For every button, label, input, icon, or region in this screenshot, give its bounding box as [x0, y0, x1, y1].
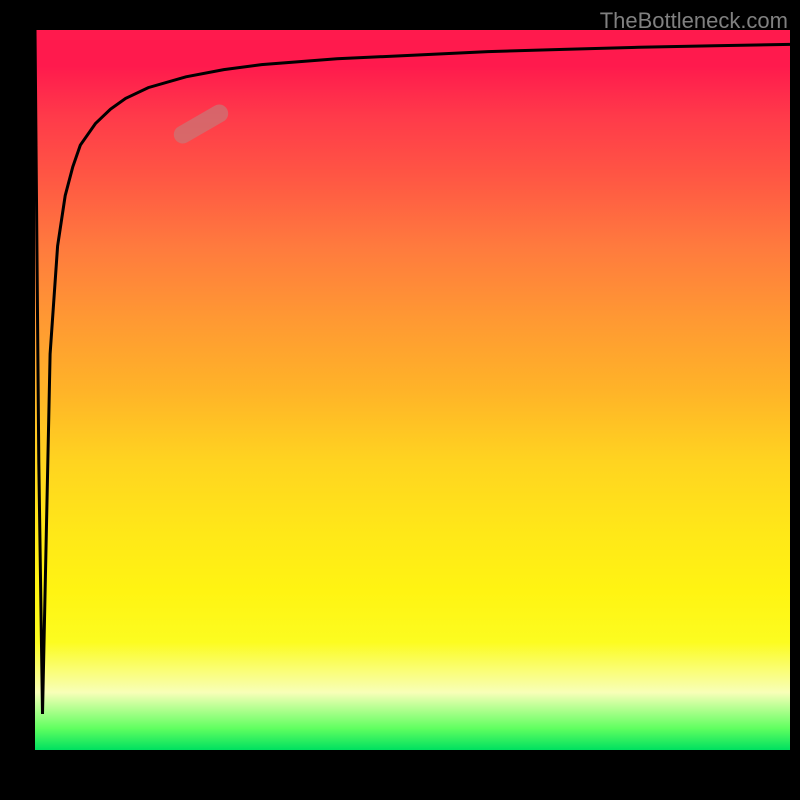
chart-container: TheBottleneck.com [0, 0, 800, 800]
curve-line [35, 30, 790, 750]
watermark-text: TheBottleneck.com [600, 8, 788, 34]
